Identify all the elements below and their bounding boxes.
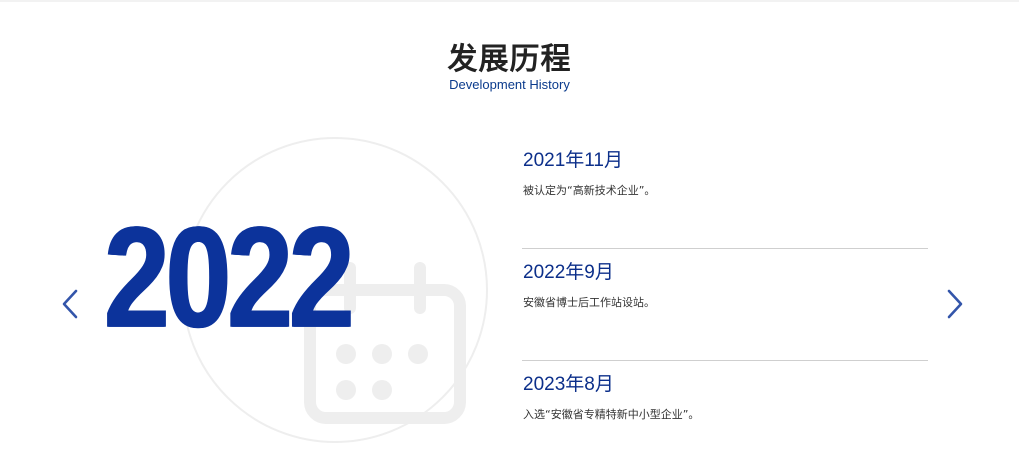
timeline-item[interactable]: 2021年11月 被认定为“高新技术企业”。 bbox=[522, 137, 928, 249]
timeline-date: 2021年11月 bbox=[523, 150, 623, 171]
top-divider bbox=[0, 0, 1019, 2]
chevron-right-icon[interactable] bbox=[941, 287, 967, 321]
timeline-item[interactable]: 2023年8月 入选“安徽省专精特新中小型企业”。 bbox=[522, 361, 928, 470]
timeline-description: 安徽省博士后工作站设站。 bbox=[523, 296, 655, 309]
timeline-list: 2021年11月 被认定为“高新技术企业”。 2022年9月 安徽省博士后工作站… bbox=[522, 137, 928, 470]
section-title: 发展历程 bbox=[447, 42, 572, 77]
timeline-description: 被认定为“高新技术企业”。 bbox=[523, 184, 656, 197]
current-year-display: 2022 bbox=[104, 197, 355, 359]
chevron-left-icon[interactable] bbox=[58, 287, 84, 321]
timeline-description: 入选“安徽省专精特新中小型企业”。 bbox=[523, 408, 700, 421]
timeline-date: 2022年9月 bbox=[523, 262, 614, 283]
section-subtitle: Development History bbox=[449, 77, 570, 92]
timeline-date: 2023年8月 bbox=[523, 374, 614, 395]
timeline-item[interactable]: 2022年9月 安徽省博士后工作站设站。 bbox=[522, 249, 928, 361]
